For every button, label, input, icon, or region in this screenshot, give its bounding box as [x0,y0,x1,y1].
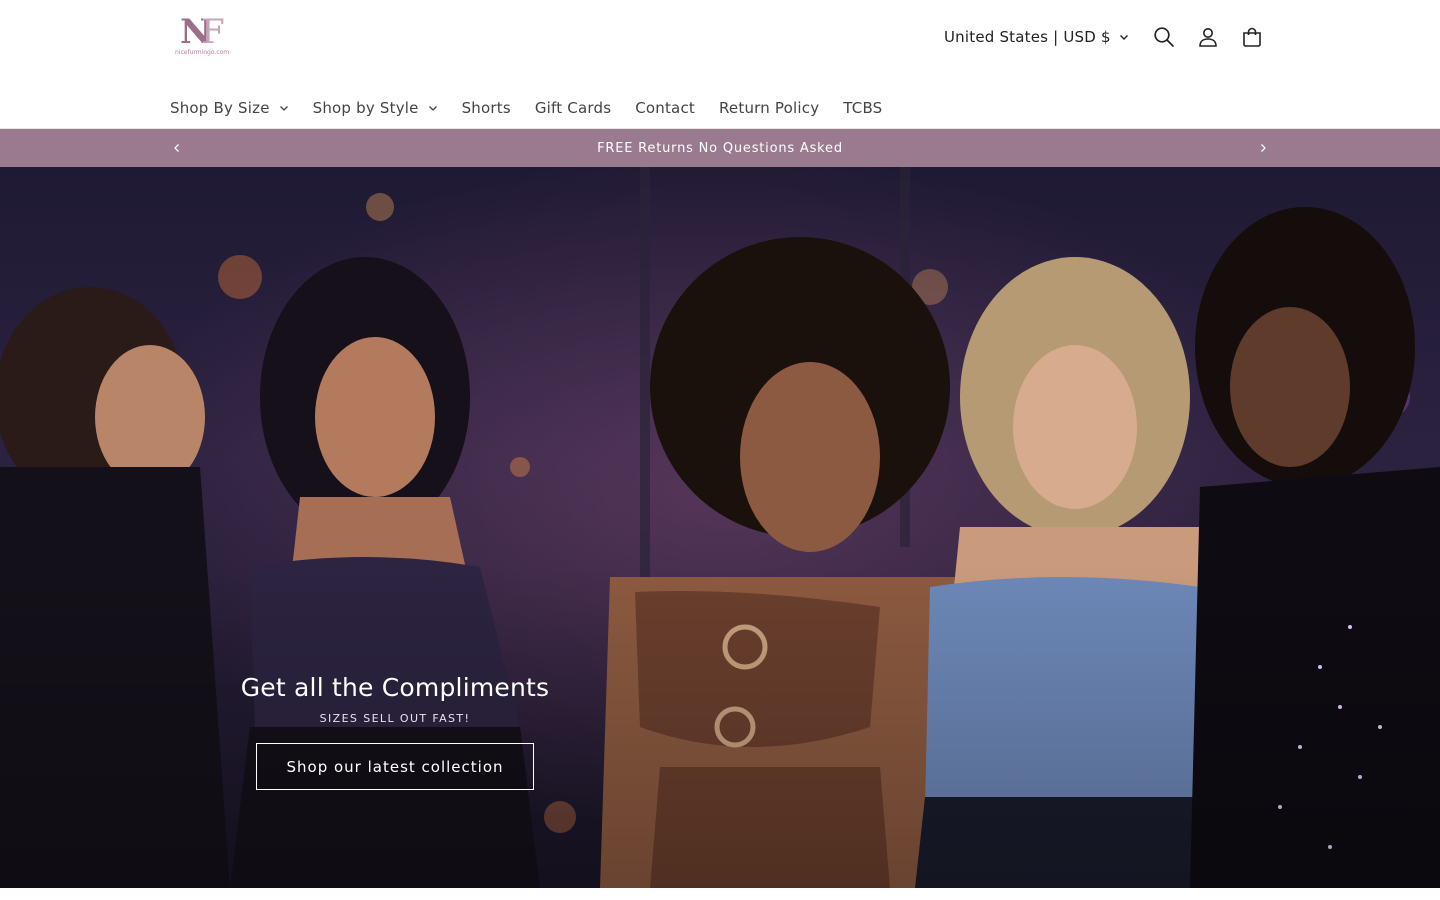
country-currency-label: United States | USD $ [944,28,1111,46]
nav-item-return-policy[interactable]: Return Policy [719,99,819,117]
page-content-start [0,888,1440,900]
nav-item-gift-cards[interactable]: Gift Cards [535,99,611,117]
nav-item-label: Shorts [461,99,511,117]
nav-item-shop-by-size[interactable]: Shop By Size [170,99,289,117]
hero-overlay [0,167,1440,888]
hero-subtitle: SIZES SELL OUT FAST! [319,712,471,725]
nav-item-label: Shop By Size [170,99,270,117]
nav-item-shorts[interactable]: Shorts [462,99,511,117]
main-navigation: Shop By Size Shop by Style Shorts Gift C… [170,94,906,122]
nav-item-label: TCBS [843,99,883,117]
announcement-text: FREE Returns No Questions Asked [597,140,843,156]
chevron-down-icon [279,106,288,111]
brand-logo[interactable]: NF nicefurmingo.com [172,12,230,60]
account-icon[interactable] [1193,22,1223,52]
announcement-prev-button[interactable] [167,138,187,158]
chevron-down-icon [1119,35,1128,40]
logo-subtext: nicefurmingo.com [175,49,230,56]
chevron-left-icon [174,144,179,152]
chevron-right-icon [1261,144,1266,152]
announcement-next-button[interactable] [1253,138,1273,158]
hero-banner: Get all the Compliments SIZES SELL OUT F… [0,167,1440,888]
nav-item-label: Gift Cards [534,99,612,117]
hero-title: Get all the Compliments [240,673,550,702]
nav-item-tcbs[interactable]: TCBS [843,99,882,117]
site-header: NF nicefurmingo.com United States | USD … [0,0,1440,129]
nav-item-label: Contact [635,99,695,117]
hero-content: Get all the Compliments SIZES SELL OUT F… [240,673,550,790]
nav-item-contact[interactable]: Contact [635,99,695,117]
country-currency-selector[interactable]: United States | USD $ [944,22,1129,52]
cart-icon[interactable] [1237,22,1267,52]
shop-latest-collection-button[interactable]: Shop our latest collection [256,743,534,790]
announcement-bar: FREE Returns No Questions Asked [0,129,1440,167]
nav-item-shop-by-style[interactable]: Shop by Style [313,99,438,117]
nav-item-label: Return Policy [718,99,820,117]
chevron-down-icon [428,106,437,111]
logo-mark: NF [180,12,225,52]
nav-item-label: Shop by Style [312,99,419,117]
search-icon[interactable] [1149,22,1179,52]
